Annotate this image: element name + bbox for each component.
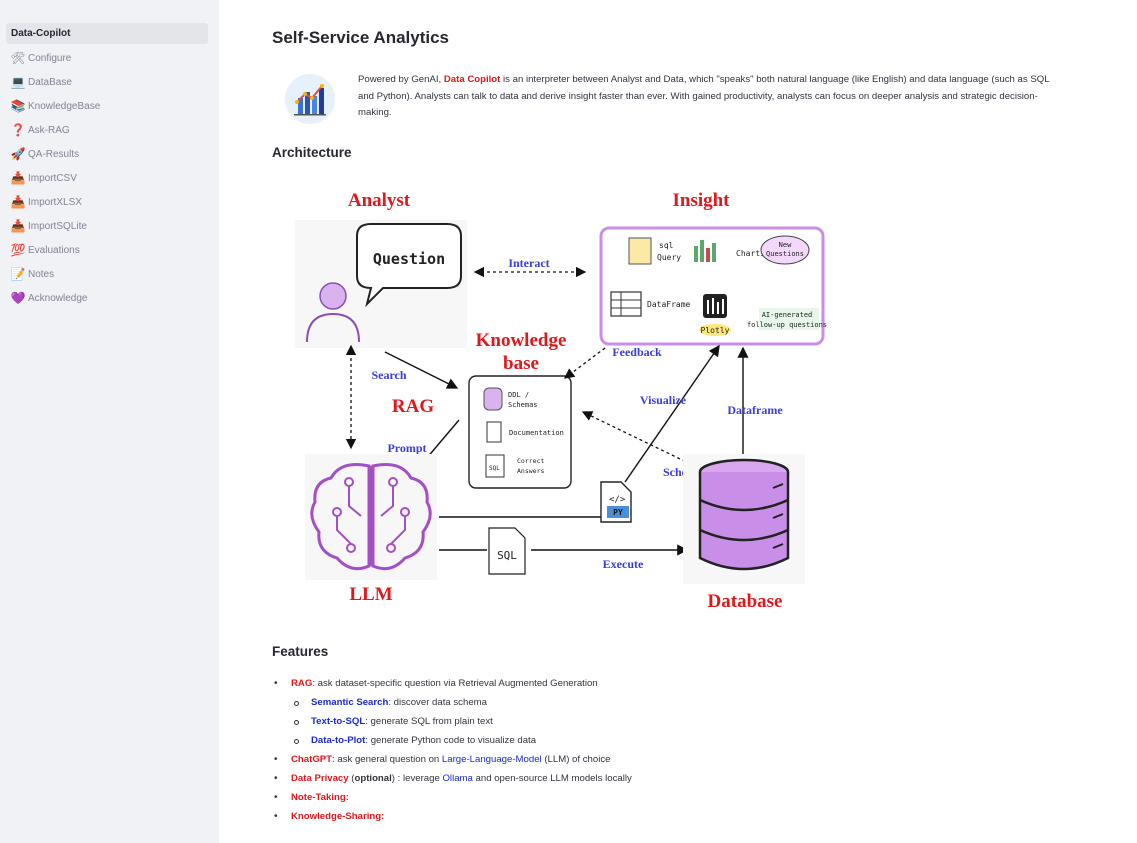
list-item: Text-to-SQL: generate SQL from plain tex…: [291, 714, 991, 733]
sidebar-item-label: Configure: [28, 52, 72, 64]
svg-text:</>: </>: [609, 495, 626, 505]
visualize-label: Visualize: [640, 393, 687, 407]
execute-label: Execute: [603, 557, 644, 571]
sidebar-item-label: Acknowledge: [28, 292, 88, 304]
sql-file-icon: SQL: [488, 527, 526, 575]
py-doc-label: PY: [613, 508, 623, 517]
analytics-chart-icon: [285, 74, 335, 124]
search-label: Search: [371, 368, 406, 382]
svg-text:SQL: SQL: [489, 465, 500, 472]
sidebar-nav: Data-Copilot 🛠 Configure 💻 DataBase 📚 Knowl…: [6, 23, 208, 310]
sidebar-item-label: ImportCSV: [28, 172, 77, 184]
books-icon: 📚: [10, 99, 26, 113]
ollama-link[interactable]: Ollama: [442, 773, 472, 784]
interact-label: Interact: [508, 256, 549, 270]
sidebar-item-qa-results[interactable]: 🚀 QA-Results: [6, 142, 208, 166]
memo-icon: 📝: [10, 267, 26, 281]
analyst-question-figure: Question: [295, 220, 467, 348]
intro-paragraph: Powered by GenAI, Data Copilot is an int…: [358, 72, 1058, 122]
sidebar-item-label: KnowledgeBase: [28, 100, 101, 112]
insight-followup: follow-up questions: [747, 321, 827, 329]
question-bubble-text: Question: [373, 250, 445, 268]
insight-plotly: Plotly: [701, 326, 730, 335]
architecture-diagram: Analyst Question Insight sql Query Chart…: [295, 190, 827, 612]
sidebar-item-label: Evaluations: [28, 244, 80, 256]
llm-brain-icon: [305, 454, 437, 580]
analyst-label: Analyst: [348, 190, 411, 211]
dataframe-arrow-label: Dataframe: [727, 403, 783, 417]
prompt-label: Prompt: [387, 441, 426, 455]
list-item: Note-Taking:: [274, 790, 991, 809]
sidebar-item-label: ImportSQLite: [28, 220, 87, 232]
sidebar-item-ask-rag[interactable]: ❓ Ask-RAG: [6, 118, 208, 142]
sidebar-item-knowledgebase[interactable]: 📚 KnowledgeBase: [6, 94, 208, 118]
sidebar-item-configure[interactable]: 🛠 Configure: [6, 46, 208, 70]
knowledge-base-box: DDL / Schemas Documentation SQL Correct …: [468, 375, 572, 489]
sql-doc-label: SQL: [497, 549, 517, 562]
sidebar-item-label: QA-Results: [28, 148, 80, 160]
sidebar-item-database[interactable]: 💻 DataBase: [6, 70, 208, 94]
database-label: Database: [708, 591, 783, 612]
sidebar-item-acknowledge[interactable]: 💜 Acknowledge: [6, 286, 208, 310]
insight-questions: Questions: [766, 250, 804, 258]
kb-correct: Correct: [517, 457, 544, 465]
database-icon: [683, 454, 805, 584]
sidebar-item-label: Data-Copilot: [11, 28, 71, 39]
insight-query: Query: [657, 253, 681, 262]
intro-text-a: Powered by GenAI,: [358, 74, 444, 85]
insight-new: New: [779, 241, 792, 249]
llm-label: LLM: [349, 584, 392, 605]
list-item: Data-to-Plot: generate Python code to vi…: [291, 733, 991, 752]
sidebar: Data-Copilot 🛠 Configure 💻 DataBase 📚 Knowl…: [0, 0, 219, 843]
inbox-tray-icon: 📥: [10, 195, 26, 209]
purple-heart-icon: 💜: [10, 291, 26, 305]
features-list: RAG: ask dataset-specific question via R…: [274, 676, 991, 828]
list-item: ChatGPT: ask general question on Large-L…: [274, 752, 991, 771]
kb-schemas: Schemas: [508, 401, 538, 409]
page-title: Self-Service Analytics: [272, 28, 450, 47]
knowledge-label-line2: base: [503, 353, 539, 374]
sidebar-item-importxlsx[interactable]: 📥 ImportXLSX: [6, 190, 208, 214]
hammer-wrench-icon: 🛠: [10, 51, 26, 65]
insight-label: Insight: [672, 190, 730, 211]
features-heading: Features: [272, 644, 329, 659]
architecture-heading: Architecture: [272, 145, 352, 160]
list-item: RAG: ask dataset-specific question via R…: [274, 676, 991, 695]
sidebar-item-label: Ask-RAG: [28, 124, 70, 136]
inbox-tray-icon: 📥: [10, 219, 26, 233]
kb-answers: Answers: [517, 467, 544, 475]
hundred-points-icon: 💯: [10, 243, 26, 257]
sidebar-item-evaluations[interactable]: 💯 Evaluations: [6, 238, 208, 262]
kb-ddl: DDL /: [508, 391, 529, 399]
sidebar-item-label: DataBase: [28, 76, 72, 88]
rocket-icon: 🚀: [10, 147, 26, 161]
insight-dataframe: DataFrame: [647, 300, 691, 309]
sidebar-item-importsqlite[interactable]: 📥 ImportSQLite: [6, 214, 208, 238]
question-icon: ❓: [10, 123, 26, 137]
python-file-icon: </> PY: [600, 481, 632, 523]
list-item: Data Privacy (optional) : leverage Ollam…: [274, 771, 991, 790]
insight-ai-generated: AI-generated: [762, 311, 813, 319]
llm-link[interactable]: Large-Language-Model: [442, 754, 542, 765]
list-item: Knowledge-Sharing:: [274, 809, 991, 828]
data-copilot-highlight: Data Copilot: [443, 74, 501, 85]
main-content: Self-Service Analytics Powered by GenAI,…: [219, 0, 1137, 843]
sidebar-item-label: ImportXLSX: [28, 196, 82, 208]
insight-sql: sql: [659, 241, 674, 250]
inbox-tray-icon: 📥: [10, 171, 26, 185]
sidebar-item-data-copilot[interactable]: Data-Copilot: [6, 23, 208, 44]
feedback-label: Feedback: [612, 345, 662, 359]
rag-label: RAG: [392, 396, 434, 417]
sidebar-item-importcsv[interactable]: 📥 ImportCSV: [6, 166, 208, 190]
knowledge-label-line1: Knowledge: [476, 330, 567, 351]
laptop-icon: 💻: [10, 75, 26, 89]
insight-panel: sql Query Charts New Questions DataFrame…: [599, 226, 827, 346]
kb-documentation: Documentation: [509, 429, 564, 437]
sidebar-item-notes[interactable]: 📝 Notes: [6, 262, 208, 286]
list-item: Semantic Search: discover data schema: [291, 695, 991, 714]
sidebar-item-label: Notes: [28, 268, 55, 280]
